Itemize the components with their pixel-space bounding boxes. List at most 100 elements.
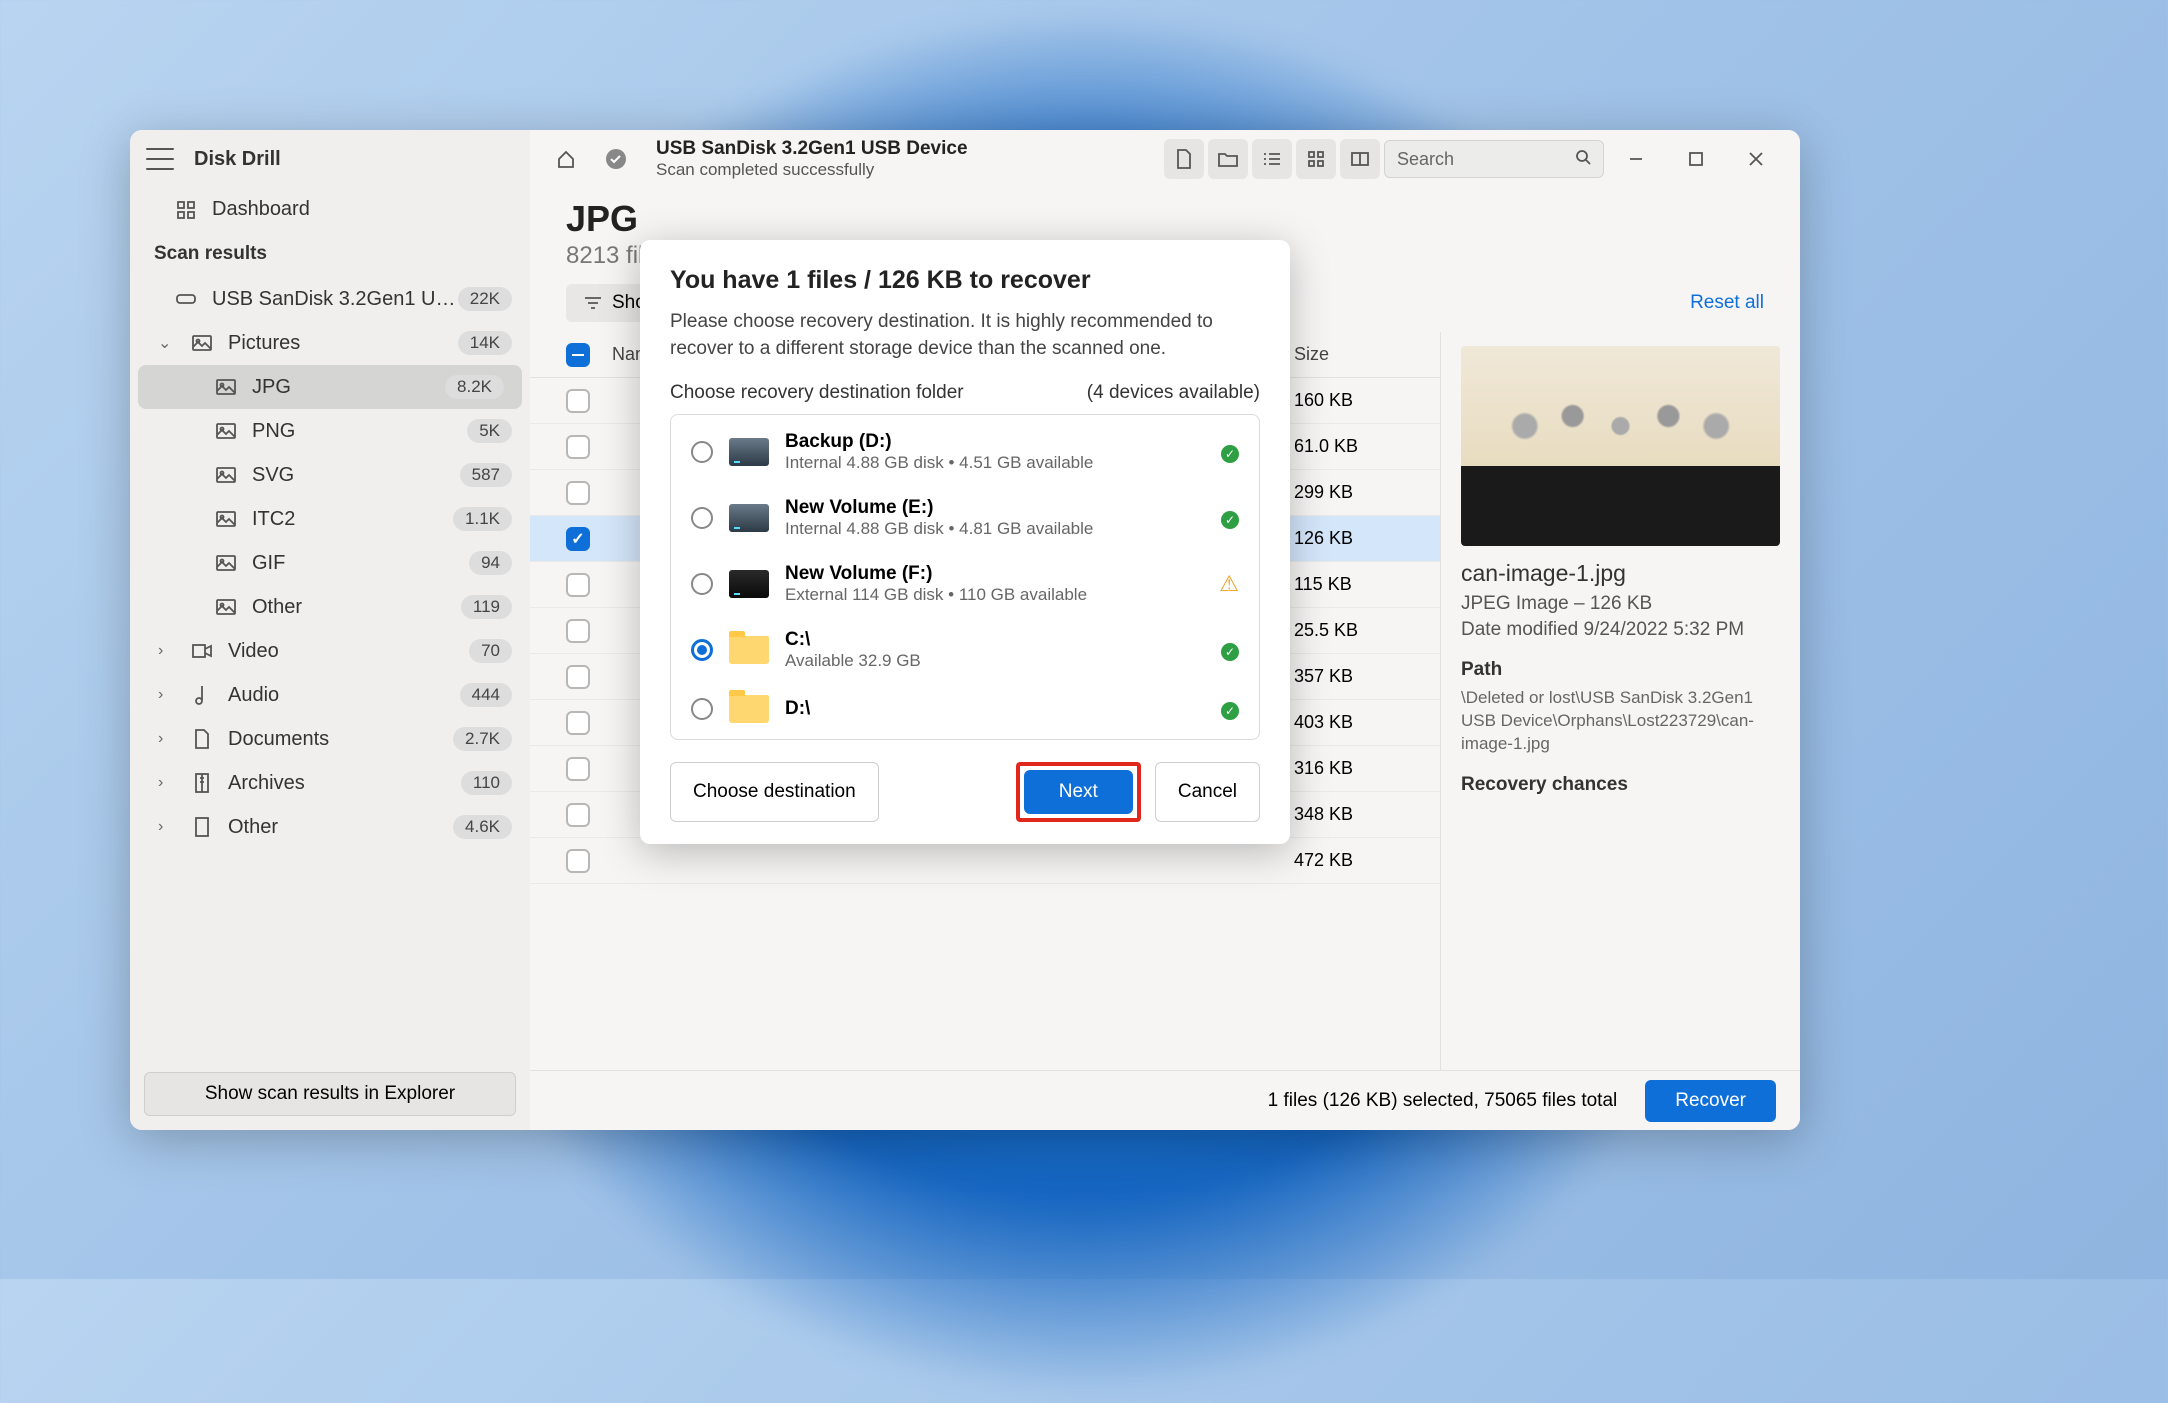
- row-size: 126 KB: [1284, 528, 1404, 549]
- cancel-button[interactable]: Cancel: [1155, 762, 1260, 822]
- search-icon: [1575, 149, 1591, 170]
- sidebar-nav: Dashboard Scan results USB SanDisk 3.2Ge…: [130, 188, 530, 1062]
- destination-item[interactable]: C:\Available 32.9 GB✓: [671, 617, 1259, 683]
- image-icon: [210, 555, 242, 571]
- disk-icon: [729, 504, 769, 532]
- folder-icon: [729, 695, 769, 723]
- row-size: 115 KB: [1284, 574, 1404, 595]
- documents-icon: [186, 729, 218, 749]
- search-input[interactable]: Search: [1384, 140, 1604, 178]
- maximize-button[interactable]: [1668, 139, 1724, 179]
- sidebar-footer: Show scan results in Explorer: [130, 1062, 530, 1130]
- sidebar-section-title: Scan results: [130, 231, 530, 277]
- row-checkbox[interactable]: [566, 849, 590, 873]
- image-icon: [210, 599, 242, 615]
- destination-radio[interactable]: [691, 441, 713, 463]
- row-size: 403 KB: [1284, 712, 1404, 733]
- status-ok-icon: ✓: [1221, 445, 1239, 463]
- choose-destination-button[interactable]: Choose destination: [670, 762, 879, 822]
- grid-view-icon[interactable]: [1296, 139, 1336, 179]
- modal-title: You have 1 files / 126 KB to recover: [670, 266, 1260, 295]
- detail-path-label: Path: [1461, 659, 1780, 681]
- selection-status: 1 files (126 KB) selected, 75065 files t…: [1268, 1090, 1618, 1112]
- table-row[interactable]: 472 KB: [530, 838, 1440, 884]
- detail-modified: Date modified 9/24/2022 5:32 PM: [1461, 619, 1780, 641]
- sidebar-header: Disk Drill: [130, 130, 530, 188]
- image-icon: [210, 511, 242, 527]
- sidebar-group-other[interactable]: ›Other4.6K: [130, 805, 530, 849]
- sidebar-device[interactable]: USB SanDisk 3.2Gen1 U… 22K: [130, 277, 530, 321]
- disk-icon: [729, 438, 769, 466]
- chevron-right-icon: ›: [158, 774, 163, 792]
- destination-item[interactable]: Backup (D:)Internal 4.88 GB disk • 4.51 …: [671, 419, 1259, 485]
- reset-all-link[interactable]: Reset all: [1690, 292, 1764, 314]
- image-icon: [186, 335, 218, 351]
- file-icon[interactable]: [1164, 139, 1204, 179]
- sidebar-item-png[interactable]: PNG5K: [130, 409, 530, 453]
- sidebar-group-archives[interactable]: ›Archives110: [130, 761, 530, 805]
- destination-radio[interactable]: [691, 639, 713, 661]
- row-checkbox[interactable]: [566, 527, 590, 551]
- row-size: 61.0 KB: [1284, 436, 1404, 457]
- row-checkbox[interactable]: [566, 665, 590, 689]
- chevron-right-icon: ›: [158, 818, 163, 836]
- destination-radio[interactable]: [691, 573, 713, 595]
- row-checkbox[interactable]: [566, 435, 590, 459]
- row-checkbox[interactable]: [566, 481, 590, 505]
- sidebar-group-video[interactable]: ›Video70: [130, 629, 530, 673]
- other-icon: [186, 817, 218, 837]
- sidebar-item-gif[interactable]: GIF94: [130, 541, 530, 585]
- sidebar-group-documents[interactable]: ›Documents2.7K: [130, 717, 530, 761]
- chevron-down-icon: ⌄: [158, 333, 171, 353]
- list-icon[interactable]: [1252, 139, 1292, 179]
- destination-radio[interactable]: [691, 698, 713, 720]
- destination-item[interactable]: New Volume (E:)Internal 4.88 GB disk • 4…: [671, 485, 1259, 551]
- page-title: JPG: [566, 198, 1764, 240]
- next-button[interactable]: Next: [1024, 770, 1133, 814]
- sidebar-item-other[interactable]: Other119: [130, 585, 530, 629]
- close-button[interactable]: [1728, 139, 1784, 179]
- status-ok-icon: ✓: [1221, 643, 1239, 661]
- row-checkbox[interactable]: [566, 757, 590, 781]
- sidebar-dashboard[interactable]: Dashboard: [130, 188, 530, 231]
- destination-item[interactable]: D:\✓: [671, 683, 1259, 735]
- sidebar-item-svg[interactable]: SVG587: [130, 453, 530, 497]
- row-checkbox[interactable]: [566, 619, 590, 643]
- home-icon[interactable]: [546, 139, 586, 179]
- status-warn-icon: ⚠: [1219, 571, 1239, 596]
- col-size[interactable]: Size: [1284, 344, 1404, 365]
- row-size: 357 KB: [1284, 666, 1404, 687]
- detail-filename: can-image-1.jpg: [1461, 560, 1780, 587]
- recovery-modal: You have 1 files / 126 KB to recover Ple…: [640, 240, 1290, 844]
- device-icon: [170, 292, 202, 306]
- minimize-button[interactable]: [1608, 139, 1664, 179]
- destination-item[interactable]: New Volume (F:)External 114 GB disk • 11…: [671, 551, 1259, 617]
- show-in-explorer-button[interactable]: Show scan results in Explorer: [144, 1072, 516, 1116]
- device-title: USB SanDisk 3.2Gen1 USB Device: [656, 138, 968, 160]
- select-all-checkbox[interactable]: [566, 343, 590, 367]
- row-checkbox[interactable]: [566, 573, 590, 597]
- status-ok-icon: ✓: [1221, 702, 1239, 720]
- row-checkbox[interactable]: [566, 803, 590, 827]
- sidebar-item-jpg[interactable]: JPG8.2K: [138, 365, 522, 409]
- row-checkbox[interactable]: [566, 389, 590, 413]
- disk-icon: [729, 570, 769, 598]
- check-badge-icon: [596, 139, 636, 179]
- sidebar-group-audio[interactable]: ›Audio444: [130, 673, 530, 717]
- detail-filetype: JPEG Image – 126 KB: [1461, 593, 1780, 615]
- device-info: USB SanDisk 3.2Gen1 USB Device Scan comp…: [656, 138, 968, 180]
- menu-icon[interactable]: [146, 148, 174, 170]
- video-icon: [186, 644, 218, 658]
- row-size: 25.5 KB: [1284, 620, 1404, 641]
- row-checkbox[interactable]: [566, 711, 590, 735]
- sidebar-item-itc2[interactable]: ITC21.1K: [130, 497, 530, 541]
- main-header: USB SanDisk 3.2Gen1 USB Device Scan comp…: [530, 130, 1800, 188]
- sidebar-pictures[interactable]: ⌄ Pictures 14K: [130, 321, 530, 365]
- split-view-icon[interactable]: [1340, 139, 1380, 179]
- recover-button[interactable]: Recover: [1645, 1080, 1776, 1122]
- audio-icon: [186, 685, 218, 705]
- app-title: Disk Drill: [194, 148, 281, 171]
- destination-radio[interactable]: [691, 507, 713, 529]
- details-panel: can-image-1.jpg JPEG Image – 126 KB Date…: [1440, 332, 1800, 1070]
- folder-icon[interactable]: [1208, 139, 1248, 179]
